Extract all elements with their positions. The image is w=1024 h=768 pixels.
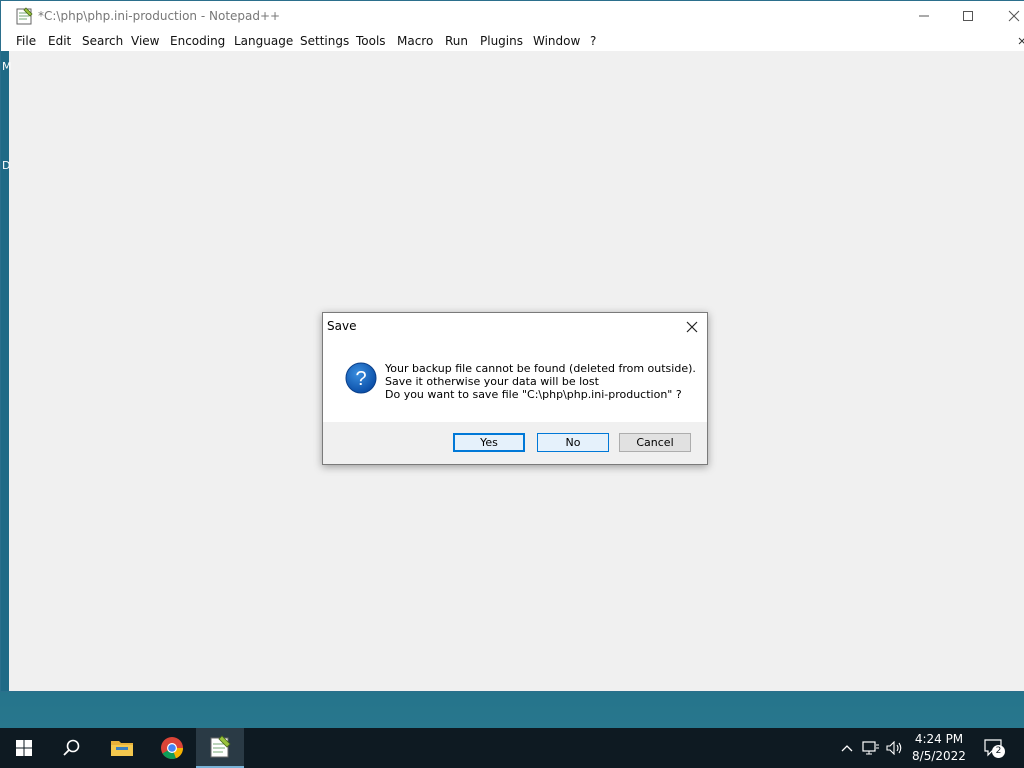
desktop-letter: M: [2, 60, 12, 73]
notifications-button[interactable]: 2: [980, 728, 1008, 768]
menu-window[interactable]: Window: [533, 34, 580, 48]
yes-button[interactable]: Yes: [453, 433, 525, 452]
maximize-button[interactable]: [945, 1, 991, 31]
menu-run[interactable]: Run: [445, 34, 468, 48]
clock-date: 8/5/2022: [912, 749, 966, 763]
minimize-button[interactable]: [901, 1, 947, 31]
menu-encoding[interactable]: Encoding: [170, 34, 225, 48]
file-explorer-icon[interactable]: [98, 728, 146, 768]
system-clock[interactable]: 4:24 PM 8/5/2022: [906, 731, 972, 765]
desktop-letter: D: [2, 159, 11, 172]
close-icon: [686, 321, 698, 333]
title-bar[interactable]: *C:\php\php.ini-production - Notepad++: [1, 1, 1024, 31]
windows-start-icon[interactable]: [0, 728, 48, 768]
chrome-icon[interactable]: [148, 728, 196, 768]
dialog-message-line1: Your backup file cannot be found (delete…: [385, 362, 696, 375]
close-window-button[interactable]: [991, 1, 1024, 31]
clock-time: 4:24 PM: [914, 732, 964, 746]
dialog-message-line3: Do you want to save file "C:\php\php.ini…: [385, 388, 682, 401]
chevron-up-icon[interactable]: [838, 728, 856, 768]
menu-search[interactable]: Search: [82, 34, 123, 48]
dialog-close-button[interactable]: [681, 317, 703, 337]
menu-settings[interactable]: Settings: [300, 34, 349, 48]
menu-help[interactable]: ?: [590, 34, 596, 48]
save-dialog: Save ? Your backup file cannot be found …: [322, 312, 708, 465]
dialog-footer: Yes No Cancel: [323, 422, 707, 464]
minimize-icon: [919, 15, 929, 17]
menu-tools[interactable]: Tools: [356, 34, 386, 48]
menu-bar: File Edit Search View Encoding Language …: [1, 31, 1024, 51]
maximize-icon: [963, 11, 973, 21]
desktop-edge: M D: [1, 51, 12, 691]
menu-language[interactable]: Language: [234, 34, 293, 48]
notification-count-badge: 2: [992, 745, 1005, 758]
menu-edit[interactable]: Edit: [48, 34, 71, 48]
search-icon[interactable]: [48, 728, 96, 768]
menu-view[interactable]: View: [131, 34, 159, 48]
dialog-message-line2: Save it otherwise your data will be lost: [385, 375, 599, 388]
taskbar: 4:24 PM 8/5/2022 2: [0, 728, 1024, 768]
svg-text:?: ?: [355, 368, 366, 390]
notepad-plus-plus-icon[interactable]: [16, 7, 34, 25]
menu-file[interactable]: File: [16, 34, 36, 48]
cancel-button[interactable]: Cancel: [619, 433, 691, 452]
no-button[interactable]: No: [537, 433, 609, 452]
menu-plugins[interactable]: Plugins: [480, 34, 523, 48]
close-document-icon[interactable]: [1018, 34, 1024, 48]
close-icon: [1008, 10, 1020, 22]
dialog-title: Save: [327, 319, 357, 333]
menu-macro[interactable]: Macro: [397, 34, 433, 48]
notepad-plus-plus-taskbar-icon[interactable]: [196, 728, 244, 768]
network-icon[interactable]: [860, 728, 882, 768]
volume-icon[interactable]: [884, 728, 906, 768]
question-icon: ?: [345, 362, 377, 394]
window-title: *C:\php\php.ini-production - Notepad++: [38, 9, 281, 23]
